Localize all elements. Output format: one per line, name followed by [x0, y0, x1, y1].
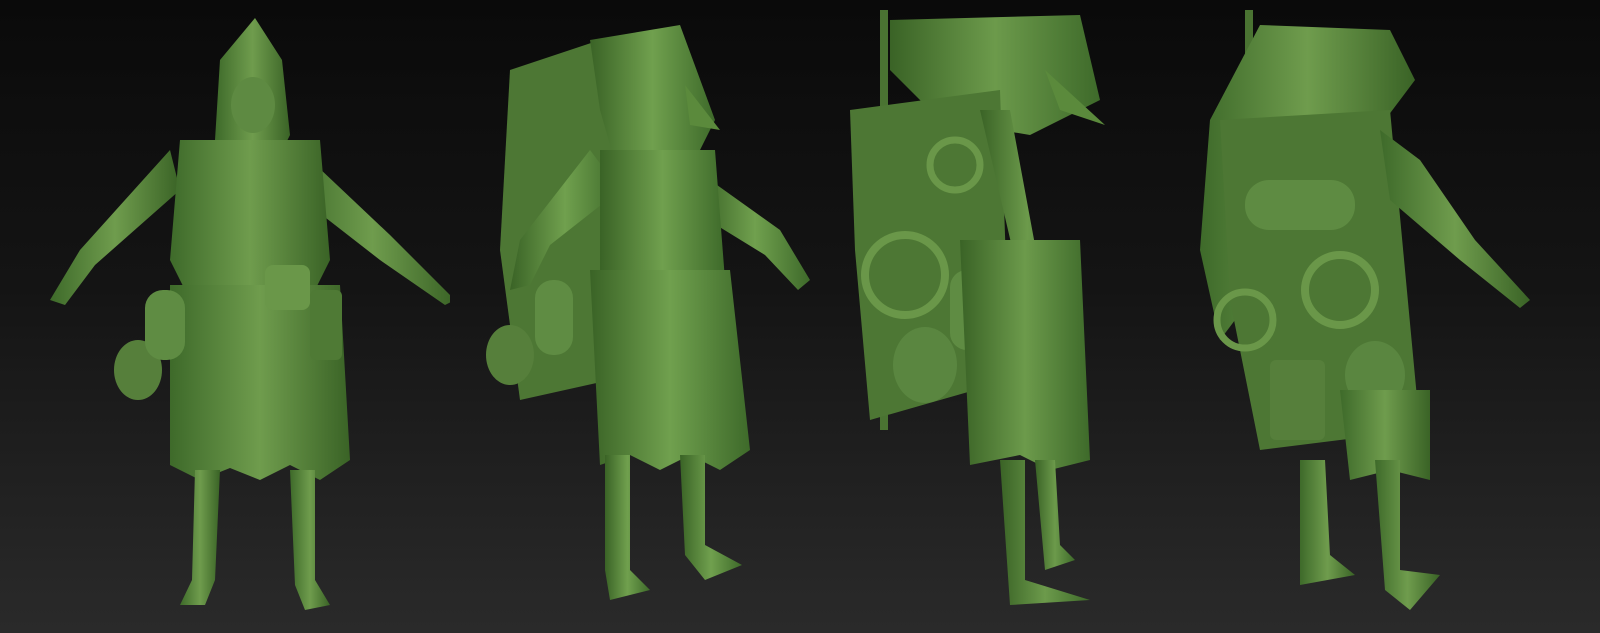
skull-bag — [486, 325, 534, 385]
rolls — [310, 290, 342, 360]
figure-rear-three-quarter-view — [1190, 0, 1550, 633]
skirt — [590, 270, 750, 470]
leg-left — [180, 470, 220, 605]
leg-left — [605, 455, 650, 600]
pouch — [265, 265, 310, 310]
skull-bag — [893, 327, 957, 403]
figure-front-view — [20, 0, 450, 633]
torso — [600, 150, 725, 290]
sculpt-rear-three-quarter — [1200, 10, 1530, 610]
canteen — [535, 280, 573, 355]
box-pack — [1270, 360, 1325, 440]
figure-three-quarter-view — [480, 0, 820, 633]
canteen — [145, 290, 185, 360]
leg-right — [290, 470, 330, 610]
skirt — [960, 240, 1090, 470]
sculpt-back-side — [850, 10, 1105, 605]
sculpt-three-quarter — [486, 25, 810, 600]
leg-right — [1375, 460, 1440, 610]
leg-right — [1035, 460, 1075, 570]
figure-back-side-view — [850, 0, 1140, 633]
render-canvas — [0, 0, 1600, 633]
leg-right — [680, 455, 742, 580]
skull-mask — [231, 77, 275, 133]
sculpt-front — [50, 18, 450, 610]
barrel-bag — [1245, 180, 1355, 230]
arm-left — [50, 150, 180, 305]
leg-left — [1300, 460, 1355, 585]
